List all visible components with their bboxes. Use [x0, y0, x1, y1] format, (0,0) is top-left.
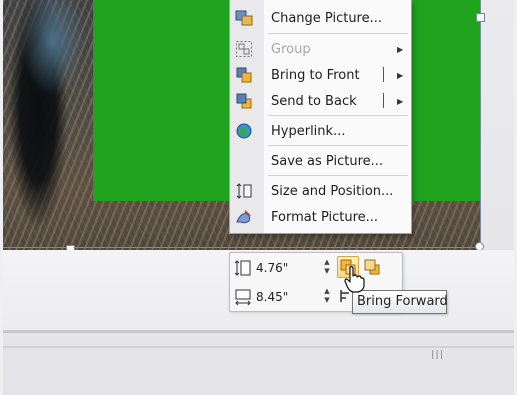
menu-item-size-and-position[interactable]: Size and Position...	[230, 177, 411, 205]
menu-item-bring-to-front[interactable]: Bring to Front ▶	[230, 61, 411, 89]
menu-item-group[interactable]: Group ▶	[230, 35, 411, 63]
shape-width-icon	[235, 289, 251, 306]
menu-separator	[268, 175, 408, 176]
bring-to-front-icon	[236, 67, 252, 83]
submenu-arrow-icon: ▶	[397, 44, 404, 54]
group-icon	[236, 41, 252, 57]
pane-divider	[3, 330, 514, 333]
hand-cursor-icon	[344, 266, 365, 293]
menu-item-format-picture[interactable]: Format Picture...	[230, 203, 411, 231]
tooltip-bring-forward: Bring Forward	[352, 290, 448, 314]
spinner-arrows-icon[interactable]: ▲ ▼	[322, 258, 332, 278]
shape-width-spinner[interactable]: 8.45" ▲ ▼	[230, 285, 340, 309]
selection-border-right	[480, 0, 481, 248]
send-backward-icon	[364, 259, 380, 275]
context-menu: Change Picture... Group ▶ Bring to Front…	[229, 0, 412, 234]
menu-item-change-picture[interactable]: Change Picture...	[230, 4, 411, 32]
size-position-icon	[236, 183, 252, 199]
shape-height-icon	[234, 260, 251, 276]
document-canvas: ||| Change Picture... Group ▶ Bring to F…	[0, 0, 517, 395]
pane-divider-secondary	[3, 346, 514, 348]
send-to-back-icon	[236, 93, 252, 109]
format-picture-icon	[236, 210, 251, 224]
change-picture-icon	[235, 10, 253, 26]
menu-item-save-as-picture[interactable]: Save as Picture...	[230, 147, 411, 175]
hyperlink-globe-icon	[236, 123, 252, 139]
menu-item-hyperlink[interactable]: Hyperlink...	[230, 117, 411, 145]
submenu-arrow-icon[interactable]: ▶	[397, 97, 403, 106]
menu-separator	[268, 115, 408, 116]
menu-separator	[268, 145, 408, 146]
resize-handle-right-top[interactable]	[476, 13, 485, 22]
menu-item-send-to-back[interactable]: Send to Back ▶	[230, 87, 411, 115]
menu-separator	[268, 33, 408, 34]
shape-height-spinner[interactable]: 4.76" ▲ ▼	[230, 256, 340, 280]
green-shape-left[interactable]	[93, 0, 233, 201]
spinner-arrows-icon[interactable]: ▲ ▼	[322, 287, 332, 307]
scroll-grip-icon[interactable]: |||	[430, 350, 444, 360]
submenu-arrow-icon[interactable]: ▶	[397, 71, 403, 80]
split-divider	[383, 93, 384, 108]
split-divider	[383, 67, 384, 82]
green-shape-right[interactable]	[412, 0, 481, 201]
